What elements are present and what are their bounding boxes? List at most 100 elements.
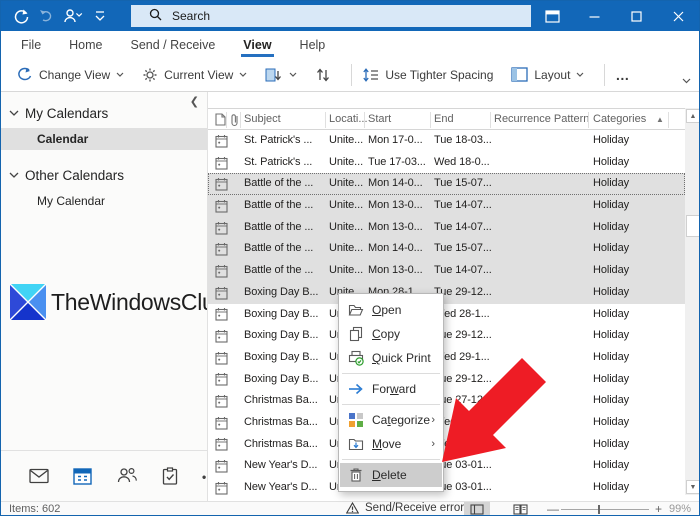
- thewindowsclub-icon: [9, 283, 47, 321]
- item-type-column-icon[interactable]: [215, 109, 226, 131]
- menu-item-quick-print[interactable]: Quick Print: [340, 346, 442, 370]
- table-row[interactable]: Boxing Day B...Unite...Wed 28-1...Holida…: [208, 304, 685, 326]
- table-row[interactable]: Battle of the ... Unite... Mon 14-0... Tue …: [208, 173, 685, 196]
- tab-view[interactable]: View: [241, 33, 274, 57]
- attachment-column-icon[interactable]: [230, 109, 239, 131]
- table-row[interactable]: Battle of the ... Unite... Mon 14-0... Tue …: [208, 238, 685, 261]
- sidebar-item-calendar[interactable]: Calendar: [1, 128, 207, 150]
- scroll-up-icon[interactable]: ▲: [686, 109, 699, 123]
- zoom-slider-track[interactable]: [561, 509, 649, 510]
- sync-icon[interactable]: [13, 8, 29, 24]
- watermark-text: TheWindowsClub: [51, 288, 228, 315]
- table-row[interactable]: Boxing Day B...Unite...Wed 29-1...Holida…: [208, 347, 685, 369]
- zoom-level[interactable]: 99%: [669, 503, 691, 515]
- touch-mode-icon[interactable]: [63, 8, 85, 24]
- open-icon: [348, 304, 364, 316]
- use-tighter-spacing-button[interactable]: Use Tighter Spacing: [362, 67, 493, 83]
- customize-toolbar-icon[interactable]: [95, 10, 105, 22]
- cell-category: Holiday: [593, 350, 629, 363]
- calendar-module-icon[interactable]: [73, 467, 92, 488]
- tab-help[interactable]: Help: [298, 33, 328, 57]
- column-end[interactable]: End: [434, 109, 454, 131]
- cell-category: Holiday: [593, 394, 629, 407]
- cell-subject: Battle of the ...: [244, 220, 314, 233]
- my-calendars-group[interactable]: My Calendars: [9, 106, 108, 121]
- add-columns-button[interactable]: [265, 67, 297, 83]
- undo-icon[interactable]: [39, 9, 53, 23]
- send-receive-error[interactable]: Send/Receive error: [346, 502, 464, 514]
- mail-icon[interactable]: [29, 468, 49, 487]
- menu-item-move[interactable]: Move ›: [340, 432, 442, 456]
- minimize-button[interactable]: [573, 1, 615, 31]
- cell-category: Holiday: [593, 285, 629, 298]
- column-recurrence[interactable]: Recurrence Pattern: [494, 109, 589, 131]
- other-calendars-group[interactable]: Other Calendars: [9, 168, 124, 183]
- cell-end: Tue 14-07...: [434, 220, 492, 233]
- move-icon: [348, 438, 364, 451]
- sort-button[interactable]: [315, 67, 331, 83]
- layout-button[interactable]: Layout: [511, 67, 584, 82]
- table-row[interactable]: Christmas Ba...Unite...Wed 2...Holiday: [208, 434, 685, 456]
- title-bar: Search: [1, 1, 699, 31]
- table-row[interactable]: New Year's D...Unite...Mon 02-0...Tue 03…: [208, 477, 685, 499]
- table-row[interactable]: Boxing Day B...Unite...Tue 29-12...Holid…: [208, 325, 685, 347]
- menu-item-open[interactable]: Open: [340, 298, 442, 322]
- column-subject[interactable]: Subject: [244, 109, 281, 131]
- scrollbar-thumb[interactable]: [686, 215, 699, 237]
- tab-home[interactable]: Home: [67, 33, 104, 57]
- cell-subject: Boxing Day B...: [244, 285, 319, 298]
- scroll-down-icon[interactable]: ▼: [686, 480, 699, 494]
- table-row[interactable]: St. Patrick's ... Unite... Tue 17-03... Wed…: [208, 152, 685, 174]
- vertical-scrollbar[interactable]: ▲ ▼: [685, 108, 699, 495]
- cell-location: Unite...: [329, 155, 364, 168]
- people-icon[interactable]: [116, 467, 138, 487]
- table-row[interactable]: Battle of the ... Unite... Mon 13-0... Tue …: [208, 216, 685, 239]
- reading-view-button[interactable]: [507, 502, 533, 515]
- tab-file[interactable]: File: [19, 33, 43, 57]
- sidebar-divider: [1, 450, 207, 451]
- current-view-button[interactable]: Current View: [142, 67, 247, 83]
- search-input[interactable]: Search: [131, 5, 531, 27]
- normal-view-button[interactable]: [464, 502, 490, 515]
- window-layout-icon[interactable]: [531, 1, 573, 31]
- more-commands-button[interactable]: …: [615, 67, 629, 83]
- zoom-slider-thumb[interactable]: [598, 505, 600, 514]
- calendar-item-icon: [215, 412, 233, 434]
- ribbon-toolbar: Change View Current View Use Tighter Spa…: [1, 58, 699, 92]
- table-row[interactable]: St. Patrick's ... Unite... Mon 17-0... Tue …: [208, 130, 685, 152]
- sidebar-item-my-calendar[interactable]: My Calendar: [1, 190, 207, 212]
- zoom-out-icon[interactable]: —: [547, 502, 559, 515]
- table-row[interactable]: Boxing Day B...Unite...Tue 29-12...Holid…: [208, 369, 685, 391]
- tab-send-receive[interactable]: Send / Receive: [129, 33, 218, 57]
- calendar-item-icon: [215, 390, 233, 412]
- table-row[interactable]: Boxing Day B... Unite... Mon 28-1... Tue 29…: [208, 281, 685, 304]
- close-button[interactable]: [657, 1, 699, 31]
- column-location[interactable]: Locati...: [329, 109, 368, 131]
- collapse-pane-icon[interactable]: ❮: [190, 95, 199, 108]
- table-row[interactable]: Battle of the ... Unite... Mon 13-0... Tue …: [208, 260, 685, 282]
- table-row[interactable]: Christmas Ba...Unite...Wed 28-12...Holid…: [208, 412, 685, 434]
- calendar-item-icon: [215, 152, 233, 174]
- change-view-button[interactable]: Change View: [17, 67, 124, 83]
- tasks-icon[interactable]: [162, 466, 178, 488]
- chevron-down-icon: [576, 72, 584, 77]
- cell-category: Holiday: [593, 415, 629, 428]
- table-row[interactable]: Christmas Ba...Unite...Tue 27-12...Holid…: [208, 390, 685, 412]
- cell-subject: Battle of the ...: [244, 242, 314, 255]
- menu-item-delete[interactable]: Delete: [340, 463, 442, 487]
- cell-start: Tue 17-03...: [368, 155, 426, 168]
- table-row[interactable]: New Year's D...Unite...Tue 03-01...Holid…: [208, 455, 685, 477]
- collapse-ribbon-icon[interactable]: [682, 73, 691, 87]
- menu-item-categorize[interactable]: Categorize ›: [340, 408, 442, 432]
- column-categories[interactable]: Categories: [593, 109, 646, 131]
- menu-item-forward[interactable]: Forward: [340, 377, 442, 401]
- chevron-down-icon: [9, 172, 19, 178]
- maximize-button[interactable]: [615, 1, 657, 31]
- cell-end: Tue 15-07...: [434, 177, 492, 190]
- zoom-in-icon[interactable]: +: [655, 502, 662, 515]
- menu-item-copy[interactable]: Copy: [340, 322, 442, 346]
- table-row[interactable]: Battle of the ... Unite... Mon 13-0... Tue …: [208, 195, 685, 217]
- outlook-window: Search File Home Send / Receive View Hel…: [0, 0, 700, 516]
- menu-separator: [342, 459, 440, 460]
- column-start[interactable]: Start: [368, 109, 391, 131]
